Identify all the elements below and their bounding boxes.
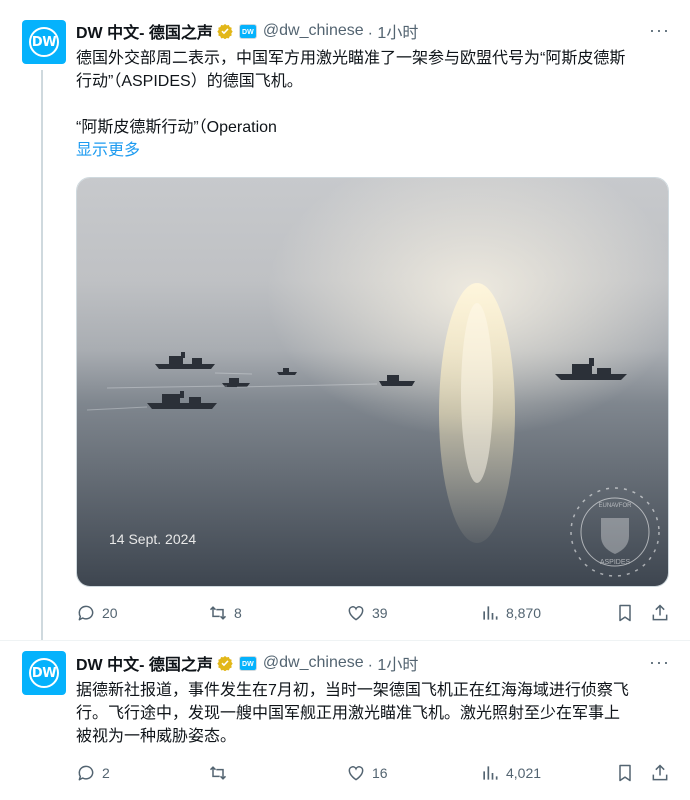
tweet-header: DW 中文- 德国之声 DW @dw_chinese · 1小时 ··· [76, 20, 670, 42]
views-button[interactable]: 4,021 [480, 763, 541, 783]
like-icon [348, 606, 364, 621]
verified-badge-icon [217, 656, 233, 671]
retweet-icon [209, 606, 227, 620]
reply-icon [78, 605, 94, 621]
like-button[interactable]: 39 [346, 603, 388, 623]
more-icon[interactable]: ··· [649, 652, 670, 673]
author-handle[interactable]: @dw_chinese [263, 22, 364, 40]
emblem-top-text: EUNAVFOR [599, 503, 633, 509]
date-caption: 14 Sept. 2024 [109, 531, 196, 547]
avatar[interactable]: DW [22, 20, 66, 64]
tweet-text: 德国外交部周二表示，中国军方用激光瞄准了一架参与欧盟代号为“阿斯皮德斯 行动”（… [76, 47, 668, 162]
affiliate-badge[interactable]: DW [238, 655, 257, 671]
views-count: 4,021 [506, 765, 542, 781]
tweet[interactable]: DW DW 中文- 德国之声 DW @dw_chinese · 1小时 ··· … [0, 0, 690, 640]
text-line: 德国外交部周二表示，中国军方用激光瞄准了一架参与欧盟代号为“阿斯皮德斯 [76, 50, 626, 67]
views-count: 8,870 [506, 605, 542, 621]
bookmark-icon [619, 764, 631, 782]
tweet-actions: 2 16 4,021 [76, 761, 670, 785]
author-name[interactable]: DW 中文- 德国之声 [76, 19, 213, 43]
avatar-logo: DW [29, 658, 59, 688]
like-count: 39 [372, 605, 388, 621]
views-icon [483, 766, 498, 780]
tweet-time[interactable]: · 1小时 [368, 19, 419, 43]
bookmark-button[interactable] [615, 603, 635, 623]
views-icon [483, 606, 498, 620]
reply-count: 2 [102, 765, 110, 781]
retweet-button[interactable] [208, 763, 228, 783]
reply-button[interactable]: 2 [76, 763, 110, 783]
share-button[interactable] [650, 603, 670, 623]
share-button[interactable] [650, 763, 670, 783]
tweet-text: 据德新社报道，事件发生在7月初，当时一架德国飞机正在红海海域进行侦察飞 行。飞行… [76, 679, 668, 748]
views-button[interactable]: 8,870 [480, 603, 541, 623]
bookmark-icon [619, 604, 631, 622]
naval-photo: EUNAVFOR ASPIDES 14 Sept. 2024 [77, 178, 668, 586]
tweet[interactable]: DW DW 中文- 德国之声 DW @dw_chinese · 1小时 ··· … [0, 640, 690, 800]
reply-count: 20 [102, 605, 118, 621]
affiliate-badge[interactable]: DW [238, 23, 257, 39]
like-button[interactable]: 16 [346, 763, 388, 783]
tweet-image[interactable]: EUNAVFOR ASPIDES 14 Sept. 2024 [76, 177, 669, 587]
text-line: 行动”（ASPIDES）的德国飞机。 [76, 73, 303, 90]
text-line: 被视为一种威胁姿态。 [76, 728, 237, 745]
like-count: 16 [372, 765, 388, 781]
retweet-icon [209, 766, 227, 780]
reply-button[interactable]: 20 [76, 603, 118, 623]
verified-badge-icon [217, 24, 233, 39]
text-line: “阿斯皮德斯行动”（Operation [76, 119, 277, 136]
retweet-button[interactable]: 8 [208, 603, 242, 623]
text-line: 行。飞行途中，发现一艘中国军舰正用激光瞄准飞机。激光照射至少在军事上 [76, 705, 621, 722]
text-line [76, 93, 668, 116]
emblem-text: ASPIDES [600, 559, 631, 566]
share-icon [652, 604, 668, 621]
tweet-actions: 20 8 39 8,870 [76, 601, 670, 625]
more-icon[interactable]: ··· [649, 20, 670, 41]
reply-icon [78, 765, 94, 781]
avatar-logo: DW [29, 27, 59, 57]
text-line: 据德新社报道，事件发生在7月初，当时一架德国飞机正在红海海域进行侦察飞 [76, 682, 629, 699]
retweet-count: 8 [234, 605, 242, 621]
share-icon [652, 764, 668, 781]
author-name[interactable]: DW 中文- 德国之声 [76, 651, 213, 675]
tweet-time[interactable]: · 1小时 [368, 651, 419, 675]
author-handle[interactable]: @dw_chinese [263, 654, 364, 672]
tweet-header: DW 中文- 德国之声 DW @dw_chinese · 1小时 ··· [76, 652, 670, 674]
like-icon [348, 766, 364, 781]
avatar[interactable]: DW [22, 651, 66, 695]
bookmark-button[interactable] [615, 763, 635, 783]
show-more-link[interactable]: 显示更多 [76, 139, 668, 162]
